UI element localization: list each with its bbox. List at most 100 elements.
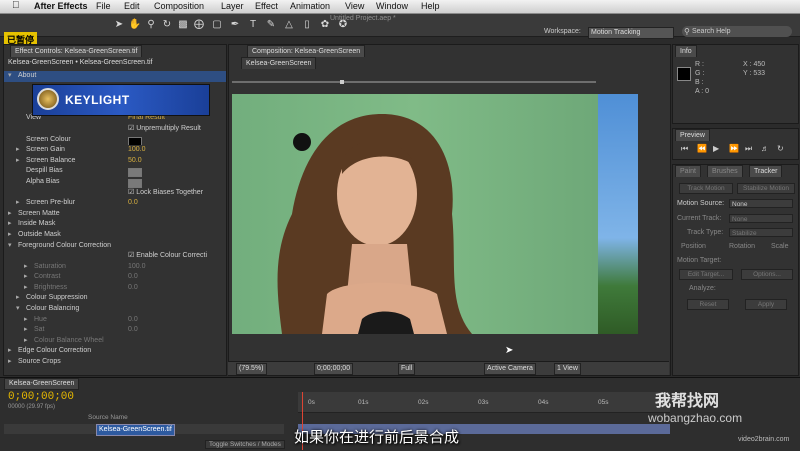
effect-checkbox[interactable]: ☑ Unpremultiply Result bbox=[128, 124, 201, 135]
layer-name[interactable]: Kelsea-GreenScreen.tif bbox=[96, 424, 175, 436]
effect-row[interactable]: ▸ Contrast 0.0 bbox=[4, 272, 226, 283]
checkbox-icon[interactable]: ☑ bbox=[128, 189, 136, 196]
disclosure-triangle-icon[interactable]: ▸ bbox=[24, 272, 28, 283]
disclosure-triangle-icon[interactable]: ▸ bbox=[16, 198, 20, 209]
tab-paint[interactable]: Paint bbox=[675, 165, 701, 177]
play-icon[interactable]: ▶ bbox=[713, 144, 719, 153]
effect-row[interactable]: ▸ Brightness 0.0 bbox=[4, 283, 226, 294]
composition-subtab[interactable]: Kelsea-GreenScreen bbox=[241, 57, 317, 69]
menu-file[interactable]: File bbox=[96, 1, 111, 11]
tab-brushes[interactable]: Brushes bbox=[707, 165, 743, 177]
disclosure-triangle-icon[interactable]: ▾ bbox=[8, 71, 12, 82]
disclosure-triangle-icon[interactable]: ▸ bbox=[8, 230, 12, 241]
menu-help[interactable]: Help bbox=[421, 1, 440, 11]
disclosure-triangle-icon[interactable]: ▸ bbox=[24, 315, 28, 326]
apply-button[interactable]: Apply bbox=[745, 299, 787, 310]
disclosure-triangle-icon[interactable]: ▸ bbox=[24, 325, 28, 336]
checkbox-icon[interactable]: ☑ bbox=[128, 252, 136, 259]
reset-button[interactable]: Reset bbox=[687, 299, 729, 310]
disclosure-triangle-icon[interactable]: ▸ bbox=[24, 283, 28, 294]
effect-row-value[interactable]: 0.0 bbox=[128, 272, 138, 283]
pan-behind-tool-icon[interactable]: ⨁ bbox=[192, 18, 206, 31]
effect-row[interactable]: ☑ Unpremultiply Result bbox=[4, 124, 226, 135]
effect-row[interactable]: Alpha Bias bbox=[4, 177, 226, 188]
current-time-display[interactable]: 0;00;00;00 bbox=[314, 363, 354, 375]
track-type-select[interactable]: Stabilize bbox=[729, 228, 793, 237]
brush-tool-icon[interactable]: ✎ bbox=[264, 18, 278, 31]
menu-composition[interactable]: Composition bbox=[154, 1, 204, 11]
disclosure-triangle-icon[interactable]: ▸ bbox=[8, 219, 12, 230]
options-button[interactable]: Options... bbox=[741, 269, 793, 280]
effect-checkbox[interactable]: ☑ Enable Colour Correcti bbox=[128, 251, 207, 262]
effect-row[interactable]: ▸ Saturation 100.0 bbox=[4, 262, 226, 273]
effect-row-value[interactable]: 50.0 bbox=[128, 156, 142, 167]
effect-row[interactable]: ▸ Screen Gain 100.0 bbox=[4, 145, 226, 156]
camera-tool-icon[interactable]: ▩ bbox=[176, 18, 190, 31]
zoom-tool-icon[interactable]: ⚲ bbox=[144, 18, 158, 31]
apple-menu-icon[interactable]:  bbox=[12, 0, 20, 11]
type-tool-icon[interactable]: T bbox=[246, 18, 260, 31]
resolution-select[interactable]: Full bbox=[398, 363, 416, 375]
scale-checkbox[interactable]: Scale bbox=[771, 243, 789, 250]
effect-checkbox[interactable]: ☑ Lock Biases Together bbox=[128, 188, 203, 199]
effect-row-value[interactable]: 0.0 bbox=[128, 315, 138, 326]
effect-row-value[interactable]: 100.0 bbox=[128, 262, 146, 273]
workspace-select[interactable]: Motion Tracking bbox=[588, 27, 674, 39]
disclosure-triangle-icon[interactable]: ▸ bbox=[16, 293, 20, 304]
timeline-timecode[interactable]: 0;00;00;00 bbox=[8, 391, 74, 403]
tab-tracker[interactable]: Tracker bbox=[749, 165, 783, 177]
effect-controls-tab[interactable]: Effect Controls: Kelsea-GreenScreen.tif bbox=[10, 45, 143, 57]
preview-tab[interactable]: Preview bbox=[675, 129, 710, 141]
menu-layer[interactable]: Layer bbox=[221, 1, 244, 11]
disclosure-triangle-icon[interactable]: ▾ bbox=[16, 304, 20, 315]
effect-row-value[interactable]: 100.0 bbox=[128, 145, 146, 156]
menu-view[interactable]: View bbox=[345, 1, 364, 11]
magnification-select[interactable]: (79.5%) bbox=[236, 363, 267, 375]
effect-row[interactable]: ▸ Colour Suppression bbox=[4, 293, 226, 304]
effect-row[interactable]: ▸ Screen Pre-blur 0.0 bbox=[4, 198, 226, 209]
checkbox-icon[interactable]: ☑ bbox=[128, 125, 136, 132]
last-frame-icon[interactable]: ⏭ bbox=[745, 144, 752, 154]
disclosure-triangle-icon[interactable]: ▸ bbox=[24, 262, 28, 273]
disclosure-triangle-icon[interactable]: ▸ bbox=[16, 145, 20, 156]
views-select[interactable]: 1 View bbox=[554, 363, 581, 375]
loop-icon[interactable]: ↻ bbox=[777, 144, 784, 153]
effect-row[interactable]: ▸ Outside Mask bbox=[4, 230, 226, 241]
menu-animation[interactable]: Animation bbox=[290, 1, 330, 11]
stabilize-motion-button[interactable]: Stabilize Motion bbox=[737, 183, 795, 194]
audio-icon[interactable]: ♬ bbox=[761, 144, 769, 153]
effect-row[interactable]: ▸ Edge Colour Correction bbox=[4, 346, 226, 357]
effect-row[interactable]: ▸ Sat 0.0 bbox=[4, 325, 226, 336]
effect-row[interactable]: ▾ About bbox=[4, 71, 226, 82]
effect-row[interactable]: ▸ Screen Balance 50.0 bbox=[4, 156, 226, 167]
clone-tool-icon[interactable]: △ bbox=[282, 18, 296, 31]
selection-tool-icon[interactable]: ➤ bbox=[112, 18, 126, 31]
app-menu[interactable]: After Effects bbox=[34, 1, 88, 11]
rotate-tool-icon[interactable]: ↻ bbox=[160, 18, 174, 31]
color-swatch[interactable] bbox=[128, 178, 142, 188]
search-help-input[interactable]: Search Help bbox=[682, 26, 792, 37]
effect-row[interactable]: ▸ Inside Mask bbox=[4, 219, 226, 230]
effect-row-value[interactable]: 0.0 bbox=[128, 325, 138, 336]
effect-row-value[interactable]: 0.0 bbox=[128, 283, 138, 294]
current-track-select[interactable]: None bbox=[729, 214, 793, 223]
disclosure-triangle-icon[interactable]: ▸ bbox=[24, 336, 28, 347]
disclosure-triangle-icon[interactable]: ▸ bbox=[8, 346, 12, 357]
effect-row[interactable]: ▸ Colour Balance Wheel bbox=[4, 336, 226, 347]
rotation-checkbox[interactable]: Rotation bbox=[729, 243, 755, 250]
motion-source-select[interactable]: None bbox=[729, 199, 793, 208]
effect-row[interactable]: ▾ Foreground Colour Correction bbox=[4, 241, 226, 252]
pen-tool-icon[interactable]: ✒ bbox=[228, 18, 242, 31]
toggle-switches-modes-button[interactable]: Toggle Switches / Modes bbox=[205, 440, 285, 449]
mask-tool-icon[interactable]: ▢ bbox=[210, 18, 224, 31]
effect-row[interactable]: ☑ Lock Biases Together bbox=[4, 188, 226, 199]
color-swatch[interactable] bbox=[128, 136, 142, 146]
disclosure-triangle-icon[interactable]: ▾ bbox=[8, 241, 12, 252]
composition-viewer[interactable] bbox=[232, 94, 598, 334]
effect-row[interactable]: ▾ Colour Balancing bbox=[4, 304, 226, 315]
menu-effect[interactable]: Effect bbox=[255, 1, 278, 11]
eraser-tool-icon[interactable]: ▯ bbox=[300, 18, 314, 31]
disclosure-triangle-icon[interactable]: ▸ bbox=[8, 357, 12, 368]
position-checkbox[interactable]: Position bbox=[681, 243, 706, 250]
next-frame-icon[interactable]: ⏩ bbox=[729, 144, 739, 153]
